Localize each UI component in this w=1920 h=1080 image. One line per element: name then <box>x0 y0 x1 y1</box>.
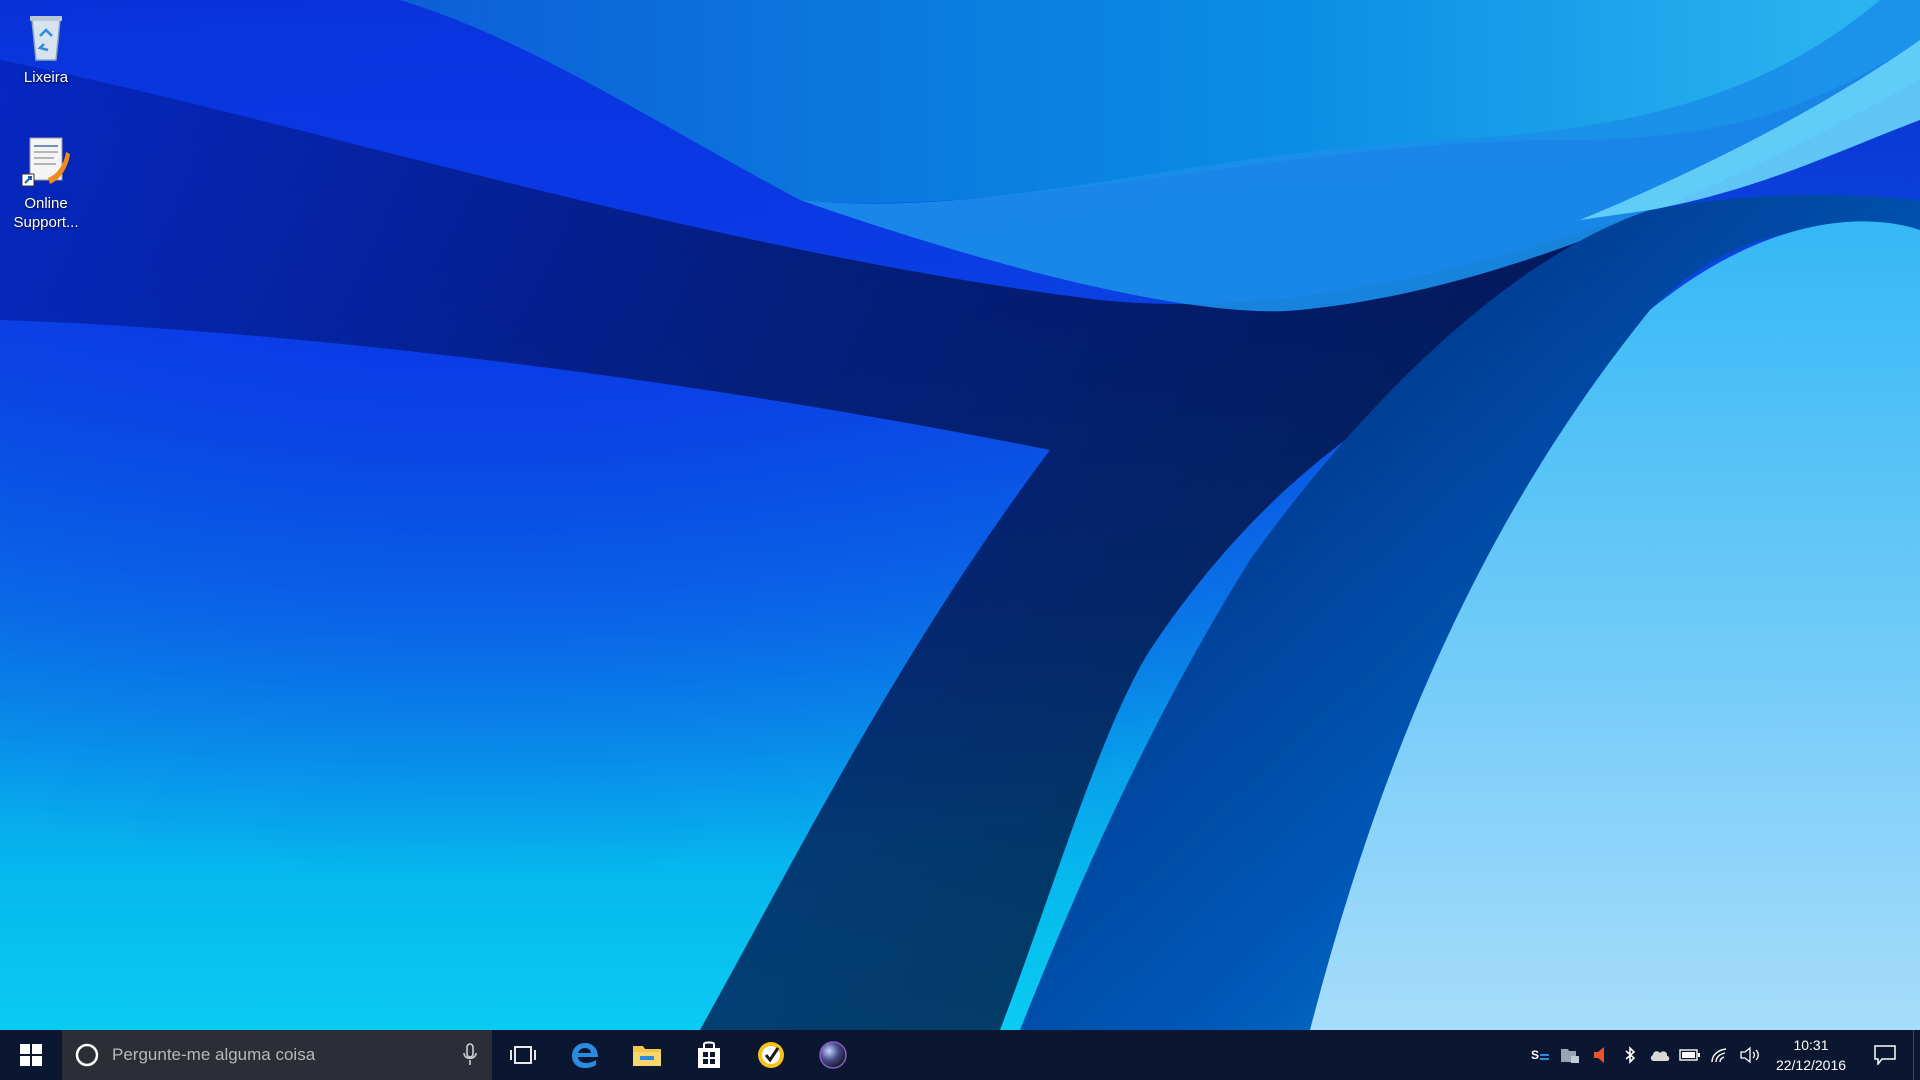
speaker-alert-icon <box>1594 1047 1604 1063</box>
file-explorer-icon <box>633 1046 661 1066</box>
edge-icon <box>572 1043 598 1068</box>
desktop-icon-online-support[interactable]: Online Support... <box>0 134 92 232</box>
svg-text:S: S <box>1531 1048 1539 1062</box>
tray-wifi[interactable] <box>1705 1030 1735 1080</box>
wifi-icon <box>1711 1048 1727 1063</box>
desktop-icon-recycle-bin[interactable]: Lixeira <box>0 8 92 87</box>
battery-icon <box>1679 1049 1700 1061</box>
volume-icon <box>1740 1046 1759 1064</box>
taskbar: S <box>0 1030 1920 1080</box>
lock-folder-icon <box>1561 1049 1579 1063</box>
cortana-icon[interactable] <box>74 1042 100 1068</box>
app-sphere-icon <box>819 1041 847 1069</box>
search-box[interactable] <box>62 1030 492 1080</box>
tray-bluetooth[interactable] <box>1615 1030 1645 1080</box>
windows-logo-icon <box>20 1044 42 1066</box>
desktop-icon-label: Online Support... <box>13 195 79 231</box>
start-button[interactable] <box>0 1030 62 1080</box>
notifications-icon <box>1874 1045 1896 1065</box>
tray-speaker-alert[interactable] <box>1585 1030 1615 1080</box>
taskbar-app-edge[interactable] <box>554 1030 616 1080</box>
microphone-icon[interactable] <box>462 1043 478 1067</box>
bluetooth-icon <box>1625 1046 1636 1064</box>
tray-volume[interactable] <box>1735 1030 1765 1080</box>
wallpaper <box>0 0 1920 1030</box>
search-input[interactable] <box>110 1044 444 1066</box>
desktop[interactable]: Lixeira Online Support... <box>0 0 1920 1030</box>
norton-icon <box>758 1042 784 1068</box>
tray-onedrive[interactable] <box>1645 1030 1675 1080</box>
desktop-icon-label: Lixeira <box>23 69 69 86</box>
task-view-button[interactable] <box>492 1030 554 1080</box>
clock-date: 22/12/2016 <box>1775 1057 1847 1073</box>
system-tray: S 10:31 22/12/2016 <box>1525 1030 1920 1080</box>
clock[interactable]: 10:31 22/12/2016 <box>1765 1030 1857 1080</box>
taskbar-app-store[interactable] <box>678 1030 740 1080</box>
action-center-button[interactable] <box>1857 1030 1913 1080</box>
recycle-bin-icon <box>30 16 62 61</box>
tray-skype[interactable]: S <box>1525 1030 1555 1080</box>
clock-time: 10:31 <box>1793 1037 1829 1053</box>
onedrive-icon <box>1650 1051 1670 1061</box>
store-icon <box>698 1041 720 1068</box>
show-desktop-button[interactable] <box>1913 1030 1920 1080</box>
skype-icon: S <box>1531 1048 1549 1062</box>
tray-battery[interactable] <box>1675 1030 1705 1080</box>
task-view-icon <box>510 1046 536 1064</box>
online-support-icon <box>21 137 70 187</box>
tray-lock-folder[interactable] <box>1555 1030 1585 1080</box>
taskbar-app-sphere[interactable] <box>802 1030 864 1080</box>
taskbar-app-file-explorer[interactable] <box>616 1030 678 1080</box>
taskbar-app-norton[interactable] <box>740 1030 802 1080</box>
